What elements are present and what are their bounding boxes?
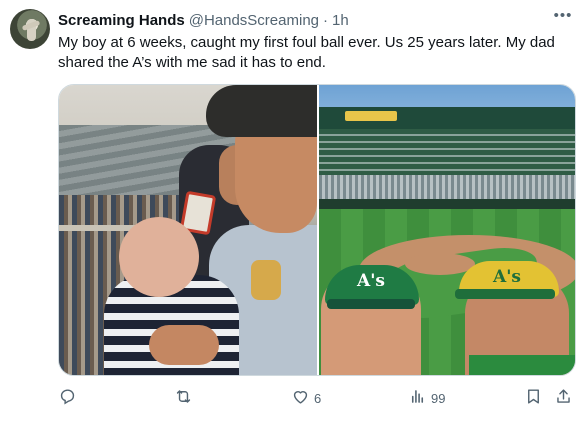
dad-cap bbox=[206, 85, 317, 137]
avatar[interactable] bbox=[10, 9, 50, 49]
son-cap-brim bbox=[327, 299, 415, 309]
views-button[interactable]: 99 bbox=[408, 386, 445, 410]
dad-shirt bbox=[469, 355, 575, 375]
action-bar: 6 99 bbox=[50, 386, 580, 410]
views-icon bbox=[408, 387, 427, 409]
bookmark-icon bbox=[524, 387, 543, 409]
tweet[interactable]: Screaming Hands @HandsScreaming · 1h •••… bbox=[0, 0, 588, 424]
stadium-tiers bbox=[319, 129, 575, 179]
author-handle[interactable]: @HandsScreaming bbox=[189, 12, 319, 29]
reply-icon bbox=[58, 387, 77, 409]
share-icon bbox=[554, 387, 573, 409]
photo-stadium-selfie[interactable]: A's A's bbox=[319, 85, 575, 375]
repost-icon bbox=[174, 387, 193, 409]
baby-face bbox=[119, 217, 199, 297]
dad-cap-brim bbox=[455, 289, 555, 299]
stadium-sign bbox=[345, 111, 397, 121]
author-name[interactable]: Screaming Hands bbox=[58, 12, 185, 29]
bookmark-button[interactable] bbox=[524, 386, 543, 410]
shirt-patch bbox=[251, 260, 281, 300]
like-button[interactable]: 6 bbox=[291, 386, 321, 410]
share-button[interactable] bbox=[554, 386, 573, 410]
separator-dot: · bbox=[323, 11, 329, 29]
views-count: 99 bbox=[431, 390, 446, 406]
cap-logo: A's bbox=[357, 271, 385, 291]
reply-button[interactable] bbox=[58, 386, 81, 410]
home-plate-area bbox=[405, 253, 475, 275]
tweet-header: Screaming Hands @HandsScreaming · 1h bbox=[58, 11, 349, 29]
timestamp[interactable]: 1h bbox=[332, 12, 349, 29]
like-count: 6 bbox=[314, 390, 322, 406]
cap-logo: A's bbox=[493, 267, 521, 287]
media-grid: A's A's bbox=[58, 84, 576, 376]
dad-hand bbox=[149, 325, 219, 365]
outfield-wall bbox=[319, 199, 575, 209]
more-options-icon[interactable]: ••• bbox=[552, 8, 574, 29]
tweet-text: My boy at 6 weeks, caught my first foul … bbox=[58, 34, 555, 71]
repost-button[interactable] bbox=[174, 386, 197, 410]
heart-icon bbox=[291, 387, 310, 409]
photo-vintage-ballpark[interactable] bbox=[59, 85, 317, 375]
